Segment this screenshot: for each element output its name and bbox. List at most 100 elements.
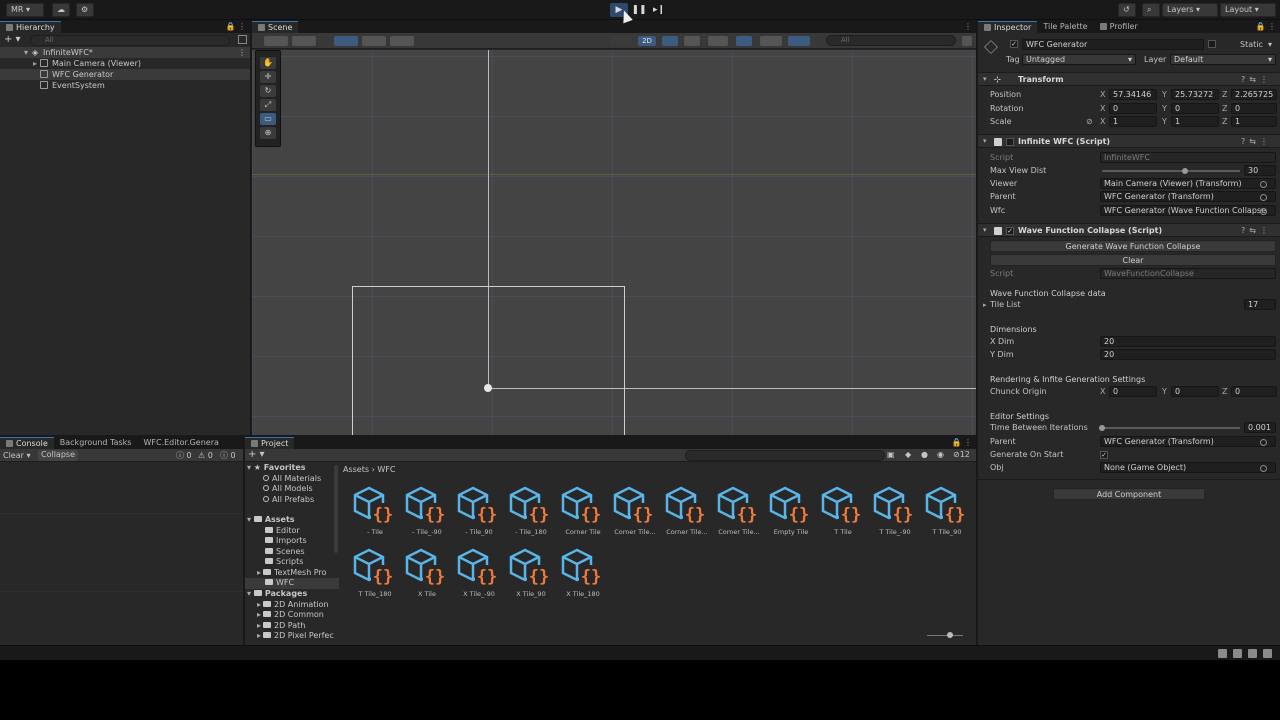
favorite-all-prefabs[interactable]: All Prefabs (245, 495, 339, 506)
gizmos-dropdown[interactable] (788, 36, 810, 46)
component-enabled-checkbox[interactable] (1006, 138, 1014, 146)
cloud-icon[interactable]: ☁ (52, 3, 70, 17)
pause-button[interactable]: ❚❚ (630, 3, 648, 17)
favorite-all-materials[interactable]: All Materials (245, 474, 339, 485)
generate-wfc-button[interactable]: Generate Wave Function Collapse (990, 240, 1276, 252)
panel-menu-icon[interactable]: 🔒 ⋮ (951, 438, 972, 447)
transform-tool-icon[interactable]: ⊕ (260, 127, 276, 139)
asset-tile-script[interactable]: {} - Tile_-90 (403, 485, 451, 545)
asset-tile-script[interactable]: {} T Tile (819, 485, 867, 545)
maximize-icon[interactable] (962, 36, 972, 46)
asset-tile-script[interactable]: {} - Tile_180 (507, 485, 555, 545)
static-checkbox[interactable] (1208, 40, 1216, 48)
scale-tool-icon[interactable]: ⤢ (260, 99, 276, 111)
parent-field[interactable]: WFC Generator (Transform) (1100, 436, 1276, 447)
component-menu-icon[interactable]: ?⇆⋮ (1241, 135, 1272, 148)
tab-wfc-editor[interactable]: WFC.Editor.Genera (137, 437, 225, 449)
clear-button[interactable]: Clear (990, 254, 1276, 266)
account-dropdown[interactable]: MR ▾ (6, 3, 44, 17)
object-picker-icon[interactable] (1260, 194, 1267, 201)
rotation-y-field[interactable]: 0 (1171, 103, 1219, 114)
tab-inspector[interactable]: Inspector (978, 21, 1038, 33)
parent-field[interactable]: WFC Generator (Transform) (1100, 191, 1276, 202)
add-component-button[interactable]: Add Component (1053, 488, 1205, 500)
package-2d-path[interactable]: ▸ 2D Path (245, 621, 339, 632)
asset-tile-script[interactable]: {} Corner Tile... (663, 485, 711, 545)
tab-background-tasks[interactable]: Background Tasks (53, 437, 138, 449)
position-z-field[interactable]: 2.265725 (1231, 89, 1277, 100)
hierarchy-search-input[interactable]: All (30, 35, 230, 46)
origin-gizmo-icon[interactable] (484, 384, 492, 392)
project-search-input[interactable] (685, 450, 885, 461)
object-picker-icon[interactable] (1260, 465, 1267, 472)
panel-menu-icon[interactable]: 🔒 ⋮ (1255, 22, 1276, 31)
rotation-z-field[interactable]: 0 (1231, 103, 1277, 114)
folder-imports[interactable]: Imports (245, 536, 339, 547)
filter-icon[interactable] (238, 35, 247, 44)
asset-tile-script[interactable]: {} T Tile_-90 (871, 485, 919, 545)
settings-icon[interactable] (1263, 649, 1272, 658)
expand-arrow-icon[interactable]: ▾ (24, 47, 28, 58)
folder-scripts[interactable]: Scripts (245, 557, 339, 568)
component-menu-icon[interactable]: ?⇆⋮ (1241, 224, 1272, 237)
tab-project[interactable]: Project (245, 437, 295, 449)
tag-dropdown[interactable]: Untagged ▾ (1022, 54, 1136, 65)
log-count[interactable]: ⓘ 0 (176, 449, 192, 462)
static-dropdown[interactable]: ▾ (1268, 40, 1272, 49)
obj-field[interactable]: None (Game Object) (1100, 462, 1276, 473)
tab-hierarchy[interactable]: Hierarchy (0, 21, 61, 33)
assets-header[interactable]: ▾ Assets (245, 515, 339, 526)
hierarchy-item-scene[interactable]: ▾ ◈ InfiniteWFC* ⋮ (0, 47, 250, 58)
snap-dropdown[interactable] (362, 36, 386, 46)
asset-tile-script[interactable]: {} T Tile_180 (351, 547, 399, 607)
network-icon[interactable] (1218, 649, 1227, 658)
history-icon[interactable]: ↺ (1118, 3, 1136, 17)
time-between-slider[interactable] (1102, 427, 1240, 429)
2d-mode-toggle[interactable]: 2D (638, 36, 656, 46)
favorite-all-models[interactable]: All Models (245, 484, 339, 495)
create-button[interactable]: + ▾ (248, 449, 265, 461)
object-picker-icon[interactable] (1260, 208, 1267, 215)
scale-x-field[interactable]: 1 (1109, 116, 1157, 127)
filter-type-icon[interactable]: ▣ (887, 450, 895, 459)
camera-dropdown[interactable] (760, 36, 782, 46)
folder-textmesh-pro[interactable]: ▸ TextMesh Pro (245, 568, 339, 579)
folder-scenes[interactable]: Scenes (245, 547, 339, 558)
ydim-field[interactable]: 20 (1100, 349, 1276, 360)
collab-icon[interactable]: ⚙ (76, 3, 94, 17)
audio-icon[interactable] (684, 36, 700, 46)
scene-search-input[interactable]: All (826, 35, 956, 46)
add-button[interactable]: + ▾ (4, 34, 21, 45)
favorite-icon[interactable]: ● (921, 450, 928, 459)
asset-tile-script[interactable]: {} X Tile_-90 (455, 547, 503, 607)
object-name-input[interactable]: WFC Generator (1022, 39, 1204, 50)
max-view-dist-slider[interactable] (1102, 170, 1240, 172)
hand-tool-icon[interactable]: ✋ (260, 57, 276, 69)
error-count[interactable]: ⓘ 0 (220, 449, 236, 462)
draw-mode-dropdown[interactable] (264, 36, 288, 46)
asset-tile-script[interactable]: {} T Tile_90 (923, 485, 971, 545)
scale-z-field[interactable]: 1 (1231, 116, 1277, 127)
packages-header[interactable]: ▾ Packages (245, 589, 339, 600)
layout-dropdown[interactable]: Layout ▾ (1220, 3, 1276, 17)
expand-arrow-icon[interactable]: ▸ (33, 58, 37, 69)
asset-tile-script[interactable]: {} Empty Tile (767, 485, 815, 545)
filter-label-icon[interactable]: ◆ (905, 450, 911, 459)
position-x-field[interactable]: 57.34146 (1109, 89, 1157, 100)
max-view-dist-field[interactable]: 30 (1244, 165, 1276, 176)
hierarchy-item-eventsystem[interactable]: EventSystem (0, 80, 250, 91)
tab-scene[interactable]: Scene (252, 21, 299, 33)
collapse-arrow-icon[interactable]: ▾ (983, 135, 987, 148)
asset-tile-script[interactable]: {} Corner Tile (559, 485, 607, 545)
layers-dropdown[interactable]: Layers ▾ (1162, 3, 1218, 17)
pivot-dropdown[interactable] (610, 36, 632, 46)
transform-header[interactable]: ▾ ⊹ Transform ?⇆⋮ (978, 72, 1280, 86)
clear-dropdown[interactable]: Clear ▾ (3, 449, 30, 462)
scene-viewport[interactable] (252, 50, 976, 435)
slider-knob[interactable] (1099, 425, 1105, 431)
step-button[interactable]: ▸❙ (650, 3, 668, 17)
item-menu-icon[interactable]: ⋮ (238, 47, 246, 58)
position-y-field[interactable]: 25.73272 (1171, 89, 1219, 100)
folder-editor[interactable]: Editor (245, 526, 339, 537)
progress-icon[interactable] (1233, 649, 1242, 658)
